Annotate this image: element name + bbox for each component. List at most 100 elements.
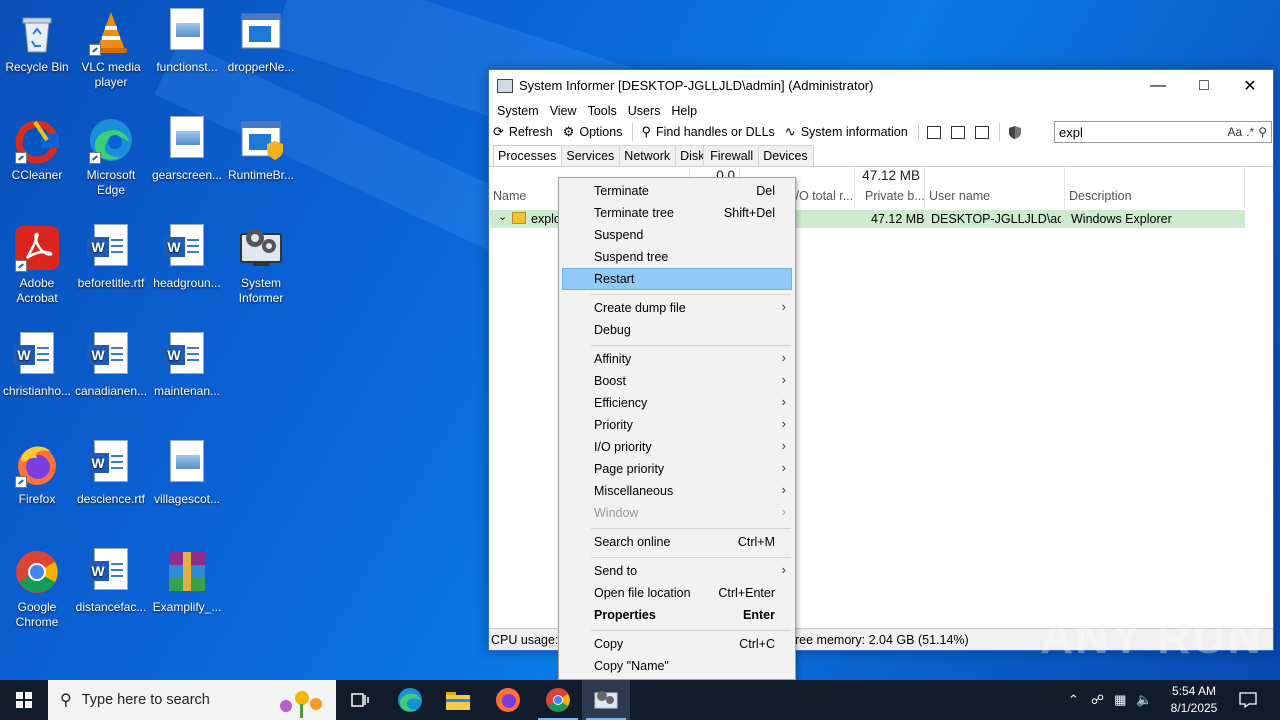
- desktop-icon-runtimebr[interactable]: RuntimeBr...: [224, 116, 298, 183]
- word-document-icon: W: [13, 332, 54, 374]
- menu-help[interactable]: Help: [667, 104, 704, 118]
- taskbar-clock[interactable]: 5:54 AM 8/1/2025: [1160, 683, 1228, 717]
- menu-item-terminate-tree[interactable]: Terminate tree Shift+Del: [562, 202, 792, 224]
- desktop-icon-acrobat[interactable]: Adobe Acrobat: [0, 224, 74, 306]
- menu-item-debug[interactable]: Debug: [562, 319, 792, 341]
- start-button[interactable]: [0, 680, 48, 720]
- menu-item-copy-name[interactable]: Copy "Name": [562, 655, 792, 677]
- menu-item-copy[interactable]: Copy Ctrl+C: [562, 633, 792, 655]
- desktop-icon-christianho[interactable]: W christianho...: [0, 332, 74, 399]
- tab-network[interactable]: Network: [619, 145, 677, 166]
- find-handles-button[interactable]: ⚲ Find handles or DLLs: [641, 124, 774, 140]
- taskbar-file-explorer[interactable]: [434, 680, 482, 720]
- taskbar-system-informer[interactable]: [582, 680, 630, 720]
- network-status-icon[interactable]: ☍: [1091, 692, 1104, 708]
- desktop-icon-ccleaner[interactable]: CCleaner: [0, 116, 74, 183]
- options-button[interactable]: ⚙ Options: [563, 124, 623, 140]
- shortcut-arrow-icon: [89, 44, 101, 56]
- close-window-icon[interactable]: [974, 125, 989, 139]
- search-icon[interactable]: ⚲: [1258, 125, 1267, 139]
- shield-icon[interactable]: [1008, 125, 1022, 140]
- desktop-icon-system-informer[interactable]: System Informer: [224, 224, 298, 306]
- menu-view[interactable]: View: [546, 104, 584, 118]
- search-box[interactable]: expl Aa .* ⚲: [1054, 121, 1272, 143]
- title-bar[interactable]: System Informer [DESKTOP-JGLLJLD\admin] …: [489, 70, 1273, 101]
- window-icon[interactable]: [926, 125, 941, 139]
- column-description[interactable]: Description: [1065, 166, 1245, 208]
- match-case-toggle[interactable]: Aa: [1228, 125, 1243, 139]
- column-user-name[interactable]: User name: [925, 166, 1065, 208]
- desktop-icon-dropper[interactable]: dropperNe...: [224, 8, 298, 75]
- menu-tools[interactable]: Tools: [584, 104, 624, 118]
- tab-firewall[interactable]: Firewall: [703, 145, 760, 166]
- desktop-icon-canadianen[interactable]: W canadianen...: [74, 332, 148, 399]
- menu-item-properties[interactable]: Properties Enter: [562, 604, 792, 626]
- chevron-up-icon[interactable]: ⌃: [1068, 692, 1079, 708]
- menu-item-terminate[interactable]: Terminate Del: [562, 180, 792, 202]
- window-find-icon[interactable]: [950, 125, 965, 139]
- toolbar-separator: [632, 123, 634, 141]
- toolbar-separator: [998, 123, 1000, 141]
- column-private-bytes[interactable]: 47.12 MB Private b...: [855, 166, 925, 208]
- taskbar-chrome[interactable]: [534, 680, 582, 720]
- maximize-button[interactable]: □: [1181, 70, 1227, 101]
- menu-item-miscellaneous[interactable]: Miscellaneous ›: [562, 480, 792, 502]
- search-highlight-flowers-icon: [270, 684, 330, 720]
- desktop-icon-label: System Informer: [238, 276, 284, 305]
- tab-services[interactable]: Services: [561, 145, 621, 166]
- menu-item-efficiency[interactable]: Efficiency ›: [562, 392, 792, 414]
- menu-item-affinity[interactable]: Affinity ›: [562, 348, 792, 370]
- minimize-button[interactable]: —: [1135, 70, 1181, 101]
- desktop-icon-beforetitle[interactable]: W beforetitle.rtf: [74, 224, 148, 291]
- close-button[interactable]: ✕: [1227, 70, 1273, 101]
- desktop-icon-examplify[interactable]: Examplify_...: [150, 548, 224, 615]
- desktop-icon-firefox[interactable]: Firefox: [0, 440, 74, 507]
- taskbar-search-box[interactable]: ⚲ Type here to search: [48, 680, 336, 720]
- system-tray: ⌃ ☍ ▦ 🔈: [1068, 680, 1153, 720]
- notification-center-button[interactable]: [1228, 680, 1268, 720]
- chevron-down-icon[interactable]: ⌄: [498, 210, 507, 223]
- desktop-icon-edge[interactable]: Microsoft Edge: [74, 116, 148, 198]
- menu-item-suspend-tree[interactable]: Suspend tree: [562, 246, 792, 268]
- taskbar-firefox[interactable]: [484, 680, 532, 720]
- desktop-icon-distancefac[interactable]: W distancefac...: [74, 548, 148, 615]
- desktop-icon-recycle-bin[interactable]: Recycle Bin: [0, 8, 74, 75]
- desktop-icon-gearscreen[interactable]: gearscreen...: [150, 116, 224, 183]
- menu-item-open-file-location[interactable]: Open file location Ctrl+Enter: [562, 582, 792, 604]
- volume-icon[interactable]: 🔈: [1136, 692, 1152, 708]
- desktop-icon-label: Google Chrome: [15, 600, 59, 629]
- tab-processes[interactable]: Processes: [493, 145, 563, 166]
- menu-item-create-dump-file[interactable]: Create dump file ›: [562, 297, 792, 319]
- menu-users[interactable]: Users: [624, 104, 668, 118]
- desktop-icon-headgroun[interactable]: W headgroun...: [150, 224, 224, 291]
- menu-item-priority[interactable]: Priority ›: [562, 414, 792, 436]
- regex-icon[interactable]: .*: [1246, 125, 1254, 139]
- desktop-icon-functionst[interactable]: functionst...: [150, 8, 224, 75]
- desktop-icon-chrome[interactable]: Google Chrome: [0, 548, 74, 630]
- task-view-button[interactable]: [336, 680, 384, 720]
- search-input[interactable]: expl: [1059, 125, 1228, 140]
- menu-item-suspend[interactable]: Suspend: [562, 224, 792, 246]
- tab-devices[interactable]: Devices: [758, 145, 814, 166]
- menu-item-boost[interactable]: Boost ›: [562, 370, 792, 392]
- desktop-icon-label: maintenan...: [153, 384, 221, 398]
- ethernet-icon[interactable]: ▦: [1114, 692, 1126, 708]
- menu-item-search-online[interactable]: Search online Ctrl+M: [562, 531, 792, 553]
- menu-item-io-priority[interactable]: I/O priority ›: [562, 436, 792, 458]
- desktop-icon-villagescot[interactable]: villagescot...: [150, 440, 224, 507]
- menu-item-restart[interactable]: Restart: [562, 268, 792, 290]
- taskbar-edge[interactable]: [386, 680, 434, 720]
- desktop-icon-label: Firefox: [18, 492, 56, 506]
- desktop-icon-vlc[interactable]: VLC media player: [74, 8, 148, 90]
- desktop-icon-maintenan[interactable]: W maintenan...: [150, 332, 224, 399]
- refresh-button[interactable]: ⟳ Refresh: [493, 124, 553, 140]
- desktop-icon-label: Examplify_...: [152, 600, 222, 614]
- activity-icon: ∿: [784, 124, 796, 139]
- menu-item-send-to[interactable]: Send to ›: [562, 560, 792, 582]
- menu-system[interactable]: System: [493, 104, 546, 118]
- desktop-icon-descience[interactable]: W descience.rtf: [74, 440, 148, 507]
- menu-separator: [591, 557, 791, 558]
- process-private-bytes: 47.12 MB: [871, 212, 925, 226]
- menu-item-page-priority[interactable]: Page priority ›: [562, 458, 792, 480]
- system-information-button[interactable]: ∿ System information: [785, 124, 908, 140]
